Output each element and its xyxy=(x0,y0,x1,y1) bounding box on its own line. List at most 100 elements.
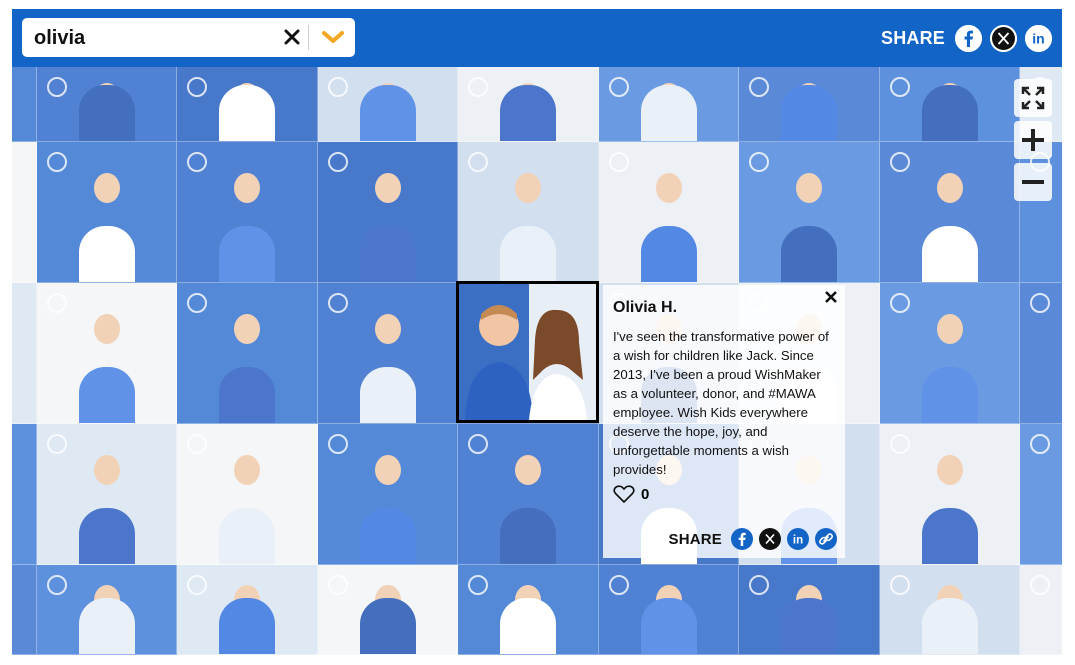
mosaic-tile[interactable] xyxy=(599,565,739,655)
mosaic-tile[interactable] xyxy=(880,424,1020,565)
mosaic-tile[interactable] xyxy=(458,142,599,283)
mosaic-tile[interactable] xyxy=(318,142,458,283)
wish-logo-icon xyxy=(468,434,488,454)
mosaic-tile[interactable] xyxy=(318,67,458,142)
like-count: 0 xyxy=(641,486,650,503)
mosaic-tile[interactable] xyxy=(1020,565,1062,655)
mosaic-tile[interactable] xyxy=(458,67,599,142)
wish-logo-icon xyxy=(1030,575,1050,595)
mosaic-tile[interactable] xyxy=(599,142,739,283)
mosaic-tile[interactable] xyxy=(37,424,177,565)
mosaic-tile[interactable] xyxy=(739,565,880,655)
mosaic-tile[interactable] xyxy=(177,283,318,424)
mosaic-tile[interactable] xyxy=(12,142,37,283)
person-head xyxy=(234,313,260,344)
mosaic-tile[interactable] xyxy=(458,565,599,655)
mosaic-tile[interactable] xyxy=(880,67,1020,142)
mosaic-tile[interactable] xyxy=(880,283,1020,424)
chevron-down-icon xyxy=(322,31,344,43)
mosaic-tile[interactable] xyxy=(37,142,177,283)
wish-logo-icon xyxy=(890,77,910,97)
wish-logo-icon xyxy=(328,434,348,454)
like-area: 0 xyxy=(613,485,835,504)
person-body xyxy=(640,598,697,654)
mosaic-tile[interactable] xyxy=(12,67,37,142)
x-icon[interactable] xyxy=(990,24,1017,52)
person-body xyxy=(219,508,275,564)
mosaic-tile[interactable] xyxy=(318,283,458,424)
close-icon xyxy=(284,29,300,45)
mosaic-tile[interactable] xyxy=(12,424,37,565)
wish-logo-icon xyxy=(890,293,910,313)
person-body xyxy=(359,226,416,282)
person-head xyxy=(936,172,963,203)
popup-close-button[interactable] xyxy=(823,289,839,305)
popup-story: I've seen the transformative power of a … xyxy=(613,329,829,477)
close-icon xyxy=(825,291,837,303)
selected-photo[interactable] xyxy=(456,281,599,423)
story-popup: Olivia H. I've seen the transformative p… xyxy=(603,285,845,558)
heart-icon[interactable] xyxy=(613,485,635,504)
dropdown-button[interactable] xyxy=(317,24,349,50)
mosaic-tile[interactable] xyxy=(177,142,318,283)
wish-logo-icon xyxy=(890,575,910,595)
facebook-icon[interactable] xyxy=(955,24,982,52)
mosaic-tile[interactable] xyxy=(12,565,37,655)
wish-logo-icon xyxy=(328,575,348,595)
mosaic-frame: SHARE in xyxy=(12,9,1062,655)
person-body xyxy=(78,85,135,141)
linkedin-icon[interactable]: in xyxy=(787,528,809,550)
mosaic-tile[interactable] xyxy=(1020,283,1062,424)
link-icon[interactable] xyxy=(815,528,837,550)
wish-logo-icon xyxy=(187,575,207,595)
mosaic-tile[interactable] xyxy=(458,424,599,565)
person-body xyxy=(219,367,275,423)
plus-icon xyxy=(1022,129,1044,151)
linkedin-icon[interactable]: in xyxy=(1025,24,1052,52)
zoom-controls xyxy=(1014,79,1052,201)
person-body xyxy=(359,85,416,141)
facebook-icon[interactable] xyxy=(731,528,753,550)
mosaic-tile[interactable] xyxy=(177,67,318,142)
mosaic-tile[interactable] xyxy=(12,283,37,424)
person-body xyxy=(921,598,978,654)
wish-logo-icon xyxy=(749,152,769,172)
search-input[interactable] xyxy=(34,26,274,50)
person-head xyxy=(936,454,963,485)
mosaic-tile[interactable] xyxy=(318,565,458,655)
wish-logo-icon xyxy=(187,293,207,313)
mosaic-tile[interactable] xyxy=(177,565,318,655)
person-body xyxy=(219,226,275,282)
wish-logo-icon xyxy=(47,293,67,313)
wish-logo-icon xyxy=(328,152,348,172)
mosaic-tile[interactable] xyxy=(739,142,880,283)
mosaic-tile[interactable] xyxy=(880,142,1020,283)
mosaic-tile[interactable] xyxy=(739,67,880,142)
fullscreen-button[interactable] xyxy=(1014,79,1052,117)
zoom-in-button[interactable] xyxy=(1014,121,1052,159)
mosaic-tile[interactable] xyxy=(318,424,458,565)
person-body xyxy=(921,85,978,141)
mosaic-tile[interactable] xyxy=(37,565,177,655)
person-head xyxy=(234,454,260,485)
x-icon[interactable] xyxy=(759,528,781,550)
mosaic-tile[interactable] xyxy=(37,67,177,142)
wish-logo-icon xyxy=(187,152,207,172)
search-box xyxy=(22,18,355,57)
wish-logo-icon xyxy=(890,152,910,172)
wish-logo-icon xyxy=(1030,434,1050,454)
wish-logo-icon xyxy=(609,77,629,97)
share-bar: SHARE in xyxy=(881,23,1052,53)
mosaic-tile[interactable] xyxy=(880,565,1020,655)
mosaic-tile[interactable] xyxy=(1020,424,1062,565)
wish-logo-icon xyxy=(468,575,488,595)
popup-share-label: SHARE xyxy=(668,530,722,548)
mosaic-tile[interactable] xyxy=(177,424,318,565)
popup-share-bar: SHARE in xyxy=(668,528,837,550)
clear-search-button[interactable] xyxy=(280,24,304,50)
mosaic-tile[interactable] xyxy=(599,67,739,142)
zoom-out-button[interactable] xyxy=(1014,163,1052,201)
mosaic-tile[interactable] xyxy=(37,283,177,424)
wish-logo-icon xyxy=(47,434,67,454)
person-head xyxy=(93,454,120,485)
